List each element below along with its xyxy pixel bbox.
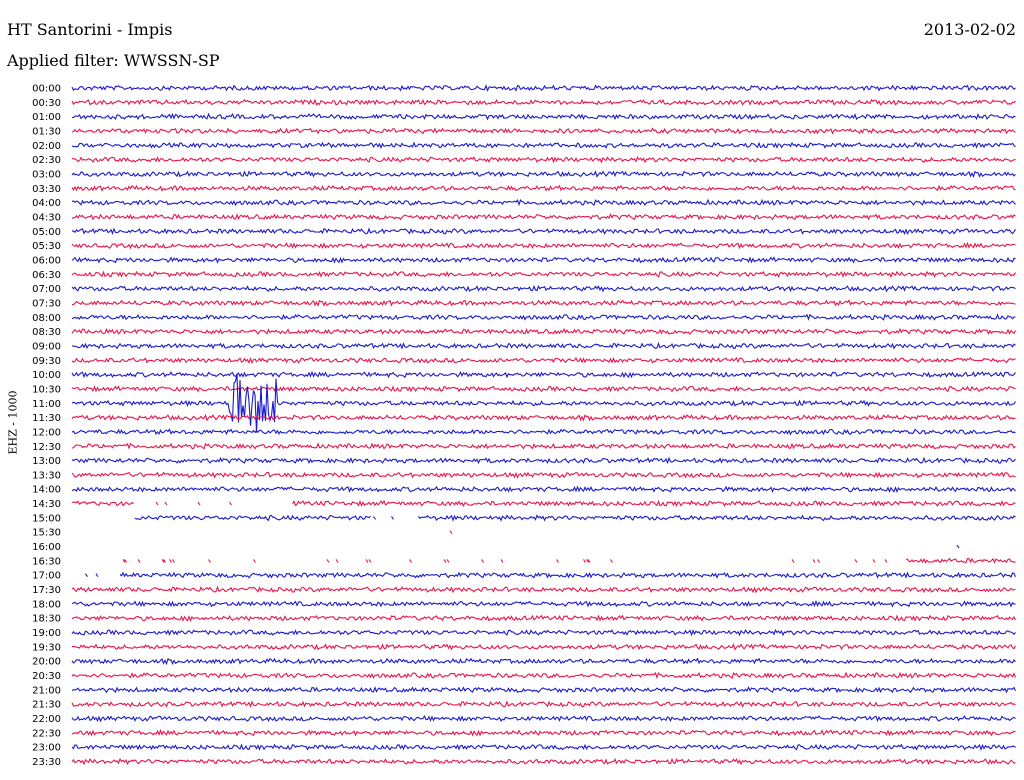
- trace-row-0600: [71, 256, 1016, 264]
- trace-row-2100: [71, 686, 1016, 694]
- row-time-label: 07:00: [32, 284, 61, 295]
- trace-row-0830: [71, 327, 1016, 336]
- trace-row-1730: [71, 585, 1016, 594]
- row-time-label: 21:00: [32, 685, 61, 696]
- trace-row-1500: [134, 514, 1016, 522]
- row-time-label: 21:30: [32, 700, 61, 711]
- row-time-label: 13:30: [32, 470, 61, 481]
- trace-row-0330: [71, 184, 1016, 192]
- row-time-label: 11:30: [32, 413, 61, 424]
- row-time-label: 01:00: [32, 112, 61, 123]
- trace-row-0430: [71, 213, 1016, 221]
- row-time-label: 00:30: [32, 98, 61, 109]
- row-time-label: 02:00: [32, 141, 61, 152]
- row-time-label: 08:30: [32, 327, 61, 338]
- trace-row-1030: [71, 385, 1016, 393]
- trace-row-0930: [71, 356, 1016, 365]
- row-time-label: 23:00: [32, 743, 61, 754]
- trace-row-0700: [71, 284, 1016, 293]
- row-time-label: 23:30: [32, 757, 61, 768]
- row-time-label: 00:00: [32, 84, 61, 95]
- trace-row-0530: [71, 241, 1016, 250]
- trace-row-1200: [71, 428, 1016, 436]
- row-time-label: 12:00: [32, 427, 61, 438]
- trace-row-1830: [71, 614, 1016, 622]
- row-time-label: 15:30: [32, 528, 61, 539]
- trace-row-2200: [71, 715, 1016, 723]
- row-time-label: 05:00: [32, 227, 61, 238]
- row-time-label: 01:30: [32, 126, 61, 137]
- row-time-label: 15:00: [32, 513, 61, 524]
- helicorder-chart: 00:00 00:30 01:00 01:30 02:00 02:30 03:00 03:30…: [32, 84, 1017, 769]
- trace-row-2300: [71, 743, 1016, 752]
- trace-row-0100: [71, 112, 1016, 121]
- time-labels: 00:00 00:30 01:00 01:30 02:00 02:30 03:00 03:30…: [32, 84, 61, 769]
- row-time-label: 09:00: [32, 341, 61, 352]
- trace-row-0300: [71, 170, 1016, 179]
- trace-row-1000: [71, 370, 1016, 379]
- trace-row-0030: [71, 98, 1016, 106]
- trace-row-2130: [71, 700, 1016, 708]
- row-time-label: 20:30: [32, 671, 61, 682]
- trace-row-0230: [71, 155, 1016, 164]
- trace-row-1330: [71, 471, 1016, 479]
- row-time-label: 22:30: [32, 728, 61, 739]
- row-time-label: 14:00: [32, 485, 61, 496]
- trace-row-1800: [71, 599, 1016, 608]
- row-time-label: 10:00: [32, 370, 61, 381]
- trace-row-2330: [71, 757, 1016, 766]
- trace-row-1430: [71, 499, 1016, 508]
- trace-row-2030: [71, 671, 1017, 680]
- row-time-label: 06:00: [32, 255, 61, 266]
- trace-row-1630: [122, 557, 1016, 564]
- trace-row-1600: [956, 544, 960, 549]
- row-time-label: 22:00: [32, 714, 61, 725]
- trace-row-0130: [71, 127, 1016, 135]
- trace-row-1100: [71, 373, 1016, 433]
- row-time-label: 08:00: [32, 313, 61, 324]
- row-time-label: 16:00: [32, 542, 61, 553]
- trace-row-0200: [71, 141, 1016, 150]
- row-time-label: 14:30: [32, 499, 61, 510]
- trace-row-0400: [71, 198, 1016, 207]
- row-time-label: 03:00: [32, 169, 61, 180]
- trace-row-0730: [72, 299, 1016, 308]
- trace-row-0800: [71, 313, 1016, 321]
- trace-row-0900: [71, 341, 1016, 350]
- seismic-traces: [71, 84, 1017, 766]
- trace-row-1130: [71, 413, 1016, 422]
- row-time-label: 17:30: [32, 585, 61, 596]
- row-time-label: 20:00: [32, 657, 61, 668]
- row-time-label: 19:30: [32, 642, 61, 653]
- trace-row-1700: [85, 571, 1017, 579]
- row-time-label: 04:00: [32, 198, 61, 209]
- trace-row-1900: [71, 628, 1016, 637]
- trace-row-0000: [71, 84, 1016, 93]
- row-time-label: 16:30: [32, 556, 61, 567]
- row-time-label: 18:30: [32, 614, 61, 625]
- trace-row-0630: [71, 270, 1016, 279]
- trace-row-1530: [449, 530, 453, 535]
- row-time-label: 02:30: [32, 155, 61, 166]
- row-time-label: 11:00: [32, 399, 61, 410]
- row-time-label: 09:30: [32, 356, 61, 367]
- row-time-label: 10:30: [32, 384, 61, 395]
- trace-row-1230: [71, 442, 1016, 450]
- trace-row-2230: [71, 728, 1016, 737]
- row-time-label: 12:30: [32, 442, 61, 453]
- row-time-label: 19:00: [32, 628, 61, 639]
- row-time-label: 17:00: [32, 571, 61, 582]
- row-time-label: 18:00: [32, 599, 61, 610]
- row-time-label: 03:30: [32, 184, 61, 195]
- row-time-label: 07:30: [32, 298, 61, 309]
- row-time-label: 06:30: [32, 270, 61, 281]
- trace-row-2000: [71, 657, 1016, 666]
- trace-row-1930: [71, 643, 1016, 651]
- row-time-label: 13:00: [32, 456, 61, 467]
- trace-row-1400: [71, 485, 1016, 493]
- row-time-label: 05:30: [32, 241, 61, 252]
- trace-row-1300: [71, 456, 1016, 465]
- trace-row-0500: [71, 227, 1016, 236]
- row-time-label: 04:30: [32, 212, 61, 223]
